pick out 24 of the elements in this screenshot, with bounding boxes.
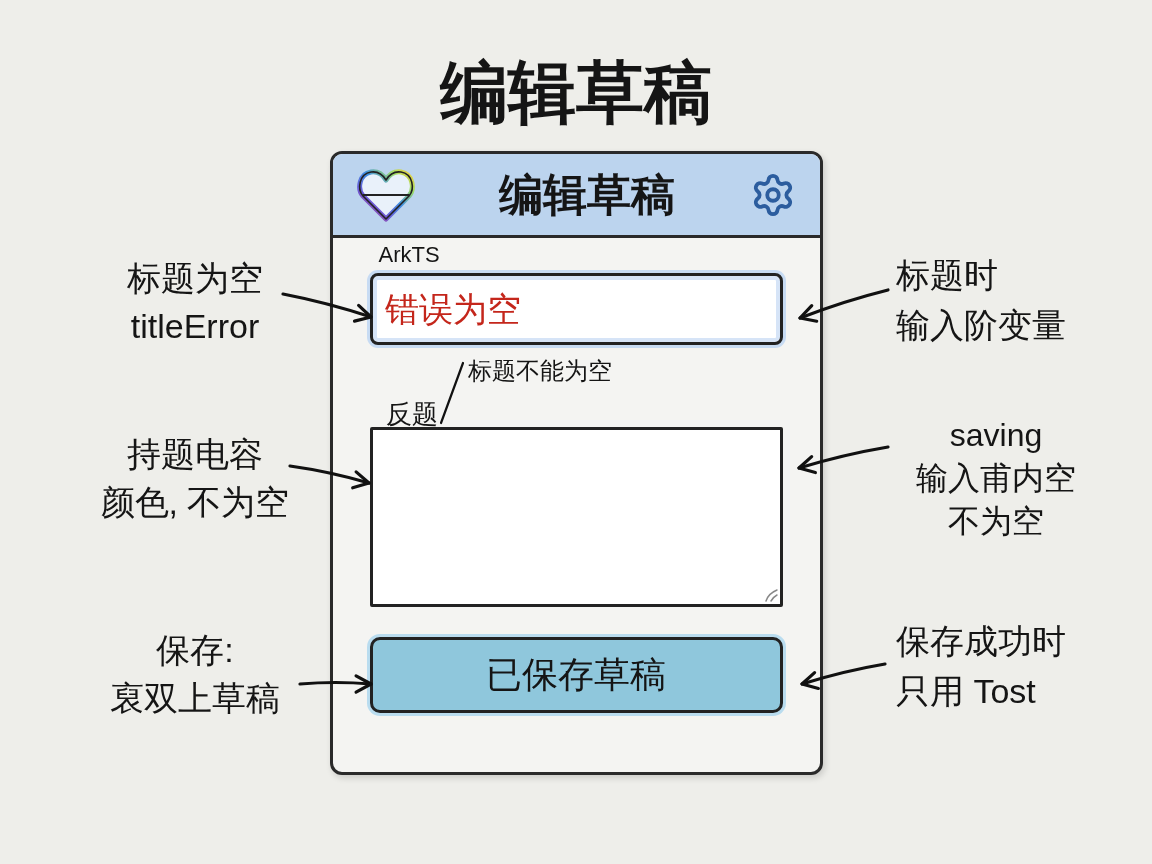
annotation-text: 只用 Tost bbox=[896, 671, 1036, 712]
annotation-text: 不为空 bbox=[948, 502, 1044, 541]
title-input[interactable]: 错误为空 bbox=[369, 273, 783, 345]
annotation-text: 持题电容 bbox=[127, 434, 263, 475]
annotation-text: 输入阶变量 bbox=[896, 305, 1066, 346]
annotation-text: 颜色, 不为空 bbox=[100, 482, 290, 523]
annotation-text: 保存成功时 bbox=[896, 621, 1066, 662]
field-label: ArkTS bbox=[378, 244, 440, 266]
annotation-text: 裒双上草稿 bbox=[110, 678, 280, 719]
heart-logo-icon bbox=[356, 167, 415, 222]
page-title: 编辑草稿 bbox=[440, 58, 712, 126]
annotation-text: 输入甫内空 bbox=[916, 459, 1076, 498]
content-label: 反题 bbox=[385, 401, 438, 427]
content-textarea[interactable] bbox=[369, 427, 783, 607]
annotation-text: titleError bbox=[130, 306, 260, 347]
slash-mark-icon bbox=[437, 361, 466, 425]
header-title: 编辑草稿 bbox=[499, 172, 675, 217]
annotation-text: 标题时 bbox=[896, 255, 998, 296]
annotation-text: saving bbox=[949, 416, 1043, 455]
save-draft-button[interactable]: 已保存草稿 bbox=[369, 637, 783, 713]
annotation-text: 保存: bbox=[156, 630, 234, 671]
resize-handle-icon[interactable] bbox=[763, 588, 778, 602]
error-message: 标题不能为空 bbox=[467, 359, 612, 383]
annotation-text: 标题为空 bbox=[127, 258, 263, 299]
